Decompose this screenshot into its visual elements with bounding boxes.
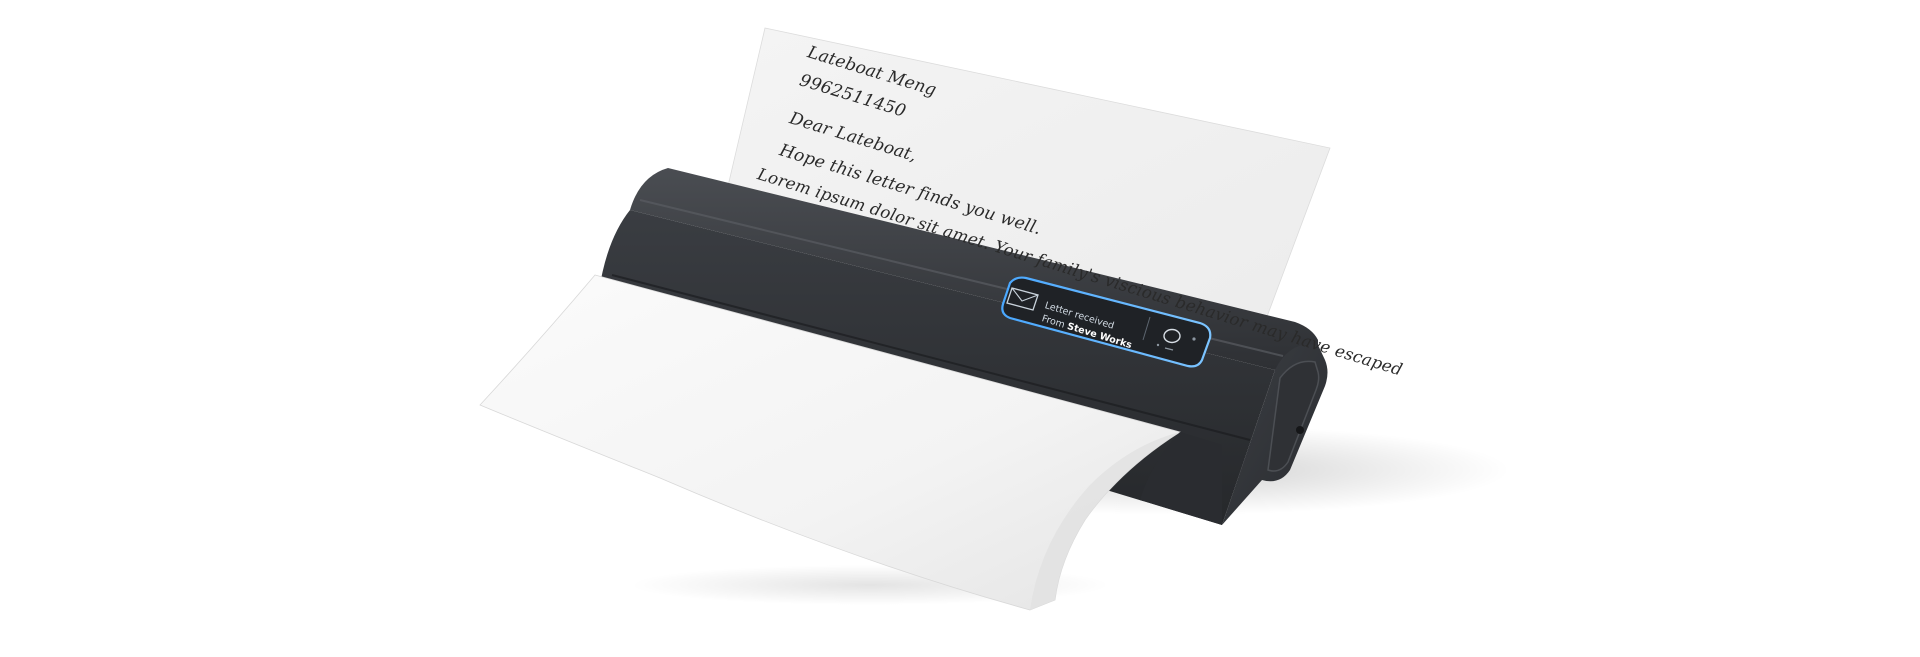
product-scene: Lateboat Meng 9962511450 Dear Lateboat, … — [0, 0, 1920, 657]
printer-illustration — [479, 27, 1510, 611]
usb-port-icon — [1296, 426, 1304, 434]
